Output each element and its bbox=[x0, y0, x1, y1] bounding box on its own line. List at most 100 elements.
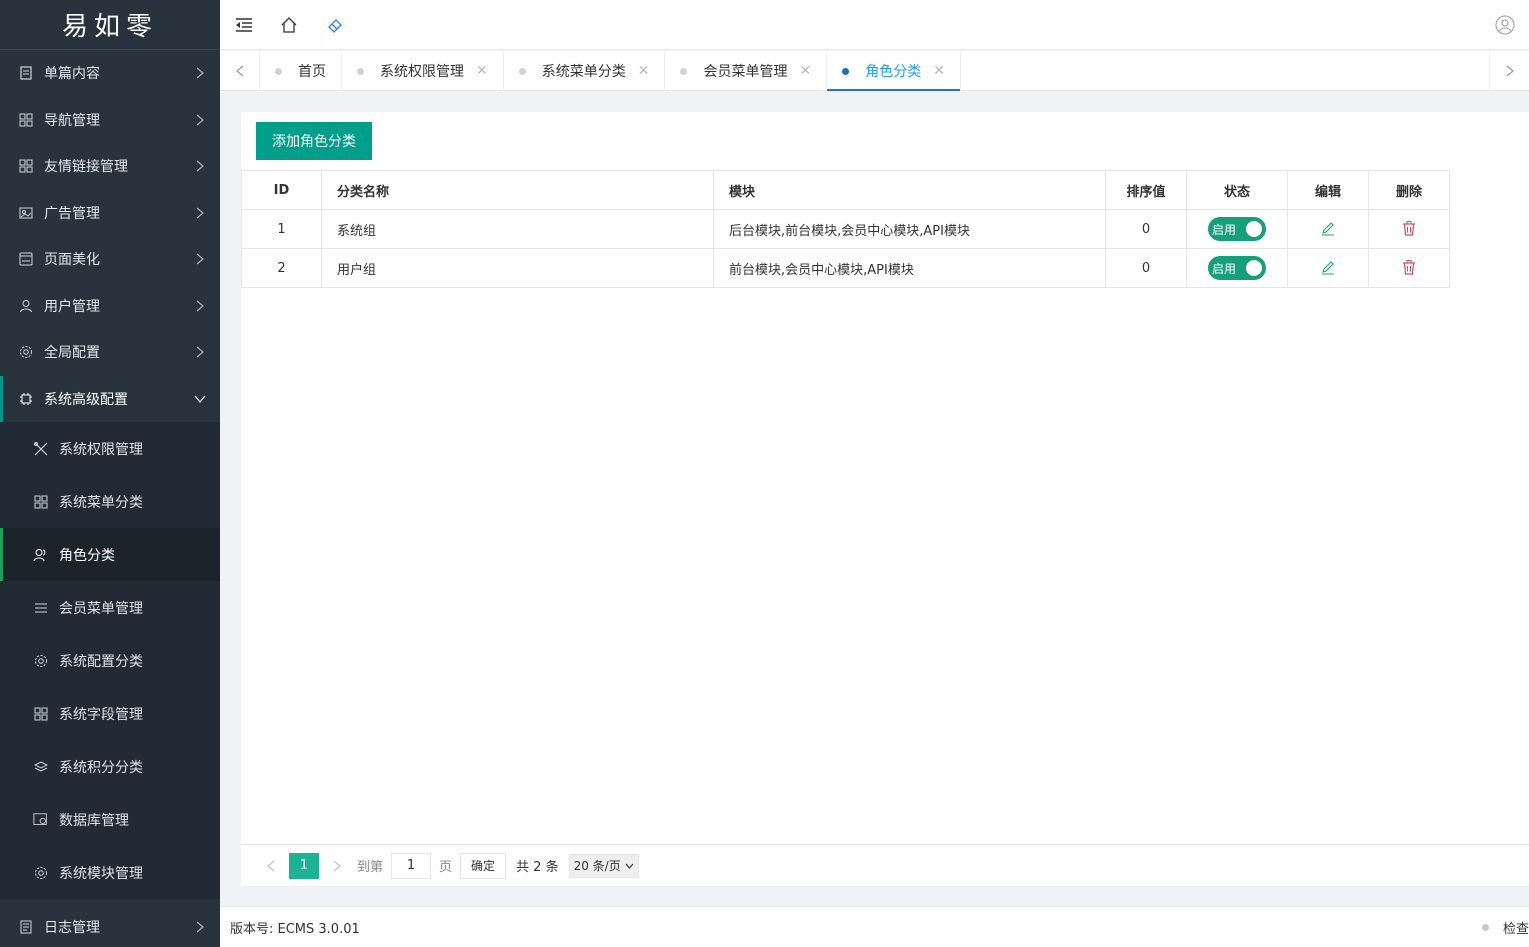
tab-bar: 首页 系统权限管理 ✕ 系统菜单分类 ✕ 会员菜单管理 ✕ 角色分类 ✕ bbox=[220, 51, 1529, 91]
close-icon[interactable]: ✕ bbox=[799, 63, 811, 79]
sidebar-subitem-label: 会员菜单管理 bbox=[59, 600, 143, 617]
user-avatar-icon[interactable] bbox=[1495, 15, 1515, 35]
status-toggle[interactable]: 启用 bbox=[1208, 256, 1266, 280]
add-role-category-button[interactable]: 添加角色分类 bbox=[256, 122, 372, 160]
cell-delete bbox=[1368, 248, 1450, 288]
sidebar-menu: 单篇内容 导航管理 友情链接管理 广告管理 页面美化 用户管理 全局配置 系统高… bbox=[0, 50, 220, 422]
sidebar-subitem-module-manage[interactable]: 系统模块管理 bbox=[0, 846, 220, 899]
tab-permissions[interactable]: 系统权限管理 ✕ bbox=[342, 51, 504, 91]
close-icon[interactable]: ✕ bbox=[933, 63, 945, 79]
confirm-button[interactable]: 确定 bbox=[460, 852, 507, 879]
tab-member-menu[interactable]: 会员菜单管理 ✕ bbox=[665, 51, 828, 91]
sidebar-menu-after: 日志管理 bbox=[0, 904, 220, 947]
sidebar-item-advanced-config[interactable]: 系统高级配置 bbox=[0, 375, 220, 422]
sidebar-subitem-permissions[interactable]: 系统权限管理 bbox=[0, 422, 220, 475]
column-header[interactable]: ID bbox=[241, 170, 322, 210]
eraser-icon[interactable] bbox=[325, 15, 345, 35]
sidebar-subitem-member-menu[interactable]: 会员菜单管理 bbox=[0, 581, 220, 634]
close-icon[interactable]: ✕ bbox=[476, 63, 488, 79]
sidebar-subitem-menu-category[interactable]: 系统菜单分类 bbox=[0, 475, 220, 528]
tab-menu-category[interactable]: 系统菜单分类 ✕ bbox=[504, 51, 666, 91]
cell-edit bbox=[1287, 248, 1369, 288]
cell-name: 用户组 bbox=[321, 248, 714, 288]
chevron-right-icon bbox=[194, 346, 206, 358]
sidebar-subitem-label: 系统模块管理 bbox=[59, 865, 143, 882]
column-header[interactable]: 编辑 bbox=[1287, 170, 1369, 210]
tab-label: 会员菜单管理 bbox=[703, 64, 788, 80]
sidebar-subitem-role-category[interactable]: 角色分类 bbox=[0, 528, 220, 581]
grid-icon bbox=[33, 494, 49, 510]
next-page-icon[interactable] bbox=[325, 853, 349, 879]
sidebar-subitem-label: 系统字段管理 bbox=[59, 706, 143, 723]
sidebar-item-logs[interactable]: 日志管理 bbox=[0, 904, 220, 947]
sidebar-item-global-config[interactable]: 全局配置 bbox=[0, 329, 220, 376]
sidebar-item-navigation[interactable]: 导航管理 bbox=[0, 97, 220, 144]
tab-label: 系统权限管理 bbox=[380, 64, 464, 80]
home-icon[interactable] bbox=[279, 15, 299, 35]
cell-edit bbox=[1287, 209, 1369, 249]
sidebar-item-users[interactable]: 用户管理 bbox=[0, 283, 220, 330]
chevron-right-icon bbox=[194, 67, 206, 79]
sidebar-item-single-content[interactable]: 单篇内容 bbox=[0, 50, 220, 97]
logo[interactable]: 易如零 bbox=[0, 0, 220, 50]
pagination: 1 到第 页 确定 共 2 条 20 条/页 bbox=[241, 844, 1529, 886]
tab-scroll-left-icon[interactable] bbox=[220, 51, 260, 91]
trash-icon[interactable] bbox=[1399, 218, 1419, 238]
stack-icon bbox=[33, 759, 49, 775]
close-icon[interactable]: ✕ bbox=[638, 63, 650, 79]
page-size-select[interactable]: 20 条/页 bbox=[568, 853, 639, 878]
table-row: 1 系统组 后台模块,前台模块,会员中心模块,API模块 0 启用 bbox=[241, 209, 1450, 249]
cell-name: 系统组 bbox=[321, 209, 714, 249]
sidebar-item-page-beautify[interactable]: 页面美化 bbox=[0, 236, 220, 283]
log-icon bbox=[18, 919, 34, 935]
column-header[interactable]: 分类名称 bbox=[321, 170, 714, 210]
status-toggle[interactable]: 启用 bbox=[1208, 217, 1266, 241]
version-text: 版本号: ECMS 3.0.01 bbox=[230, 921, 360, 937]
edit-icon[interactable] bbox=[1318, 257, 1338, 277]
sidebar-subitem-label: 角色分类 bbox=[59, 547, 115, 564]
check-label: 检查 bbox=[1502, 922, 1529, 937]
tab-label: 系统菜单分类 bbox=[541, 64, 626, 80]
tab-dot bbox=[275, 67, 282, 75]
total-count: 共 2 条 bbox=[516, 860, 559, 875]
trash-icon[interactable] bbox=[1399, 257, 1419, 277]
table-row: 2 用户组 前台模块,会员中心模块,API模块 0 启用 bbox=[241, 248, 1450, 288]
column-header[interactable]: 排序值 bbox=[1105, 170, 1187, 210]
tab-scroll-right-icon[interactable] bbox=[1489, 51, 1529, 91]
column-header[interactable]: 状态 bbox=[1186, 170, 1288, 210]
column-header[interactable]: 模块 bbox=[713, 170, 1106, 210]
sidebar-item-label: 导航管理 bbox=[44, 112, 100, 129]
check-update[interactable]: 检查 bbox=[1481, 907, 1529, 947]
submenu-advanced-config: 系统权限管理 系统菜单分类 角色分类 会员菜单管理 系统配置分类 系统字段管理 … bbox=[0, 422, 220, 899]
page-label: 页 bbox=[439, 860, 453, 875]
prev-page-icon[interactable] bbox=[259, 853, 283, 879]
sidebar-item-friend-links[interactable]: 友情链接管理 bbox=[0, 143, 220, 190]
sidebar-subitem-config-category[interactable]: 系统配置分类 bbox=[0, 634, 220, 687]
sidebar-item-ads[interactable]: 广告管理 bbox=[0, 190, 220, 237]
menu-collapse-icon[interactable] bbox=[234, 15, 254, 35]
sidebar-item-label: 单篇内容 bbox=[44, 66, 100, 83]
main-content: 添加角色分类 ID 分类名称 模块 排序值 状态 编辑 删除 1 系统组 后台模… bbox=[241, 112, 1529, 886]
sidebar-subitem-field-manage[interactable]: 系统字段管理 bbox=[0, 687, 220, 740]
status-toggle-label: 启用 bbox=[1212, 222, 1237, 237]
sidebar-item-label: 页面美化 bbox=[44, 252, 100, 269]
tab-dot bbox=[842, 67, 850, 75]
sidebar-subitem-database[interactable]: 数据库管理 bbox=[0, 793, 220, 846]
tab-home[interactable]: 首页 bbox=[260, 51, 342, 91]
document-icon bbox=[18, 65, 34, 81]
cell-status: 启用 bbox=[1186, 209, 1288, 249]
goto-label: 到第 bbox=[357, 860, 384, 875]
tab-dot bbox=[357, 67, 364, 75]
sidebar-subitem-label: 系统积分分类 bbox=[59, 759, 143, 776]
edit-icon[interactable] bbox=[1318, 218, 1338, 238]
table-header-row: ID 分类名称 模块 排序值 状态 编辑 删除 bbox=[241, 170, 1450, 210]
chevron-right-icon bbox=[194, 300, 206, 312]
current-page[interactable]: 1 bbox=[289, 852, 319, 879]
column-header[interactable]: 删除 bbox=[1368, 170, 1450, 210]
sidebar-item-label: 友情链接管理 bbox=[44, 159, 128, 176]
tab-role-category[interactable]: 角色分类 ✕ bbox=[827, 51, 961, 91]
sidebar-subitem-points-category[interactable]: 系统积分分类 bbox=[0, 740, 220, 793]
cell-status: 启用 bbox=[1186, 248, 1288, 288]
gear-icon bbox=[33, 653, 49, 669]
goto-page-input[interactable] bbox=[391, 852, 432, 879]
